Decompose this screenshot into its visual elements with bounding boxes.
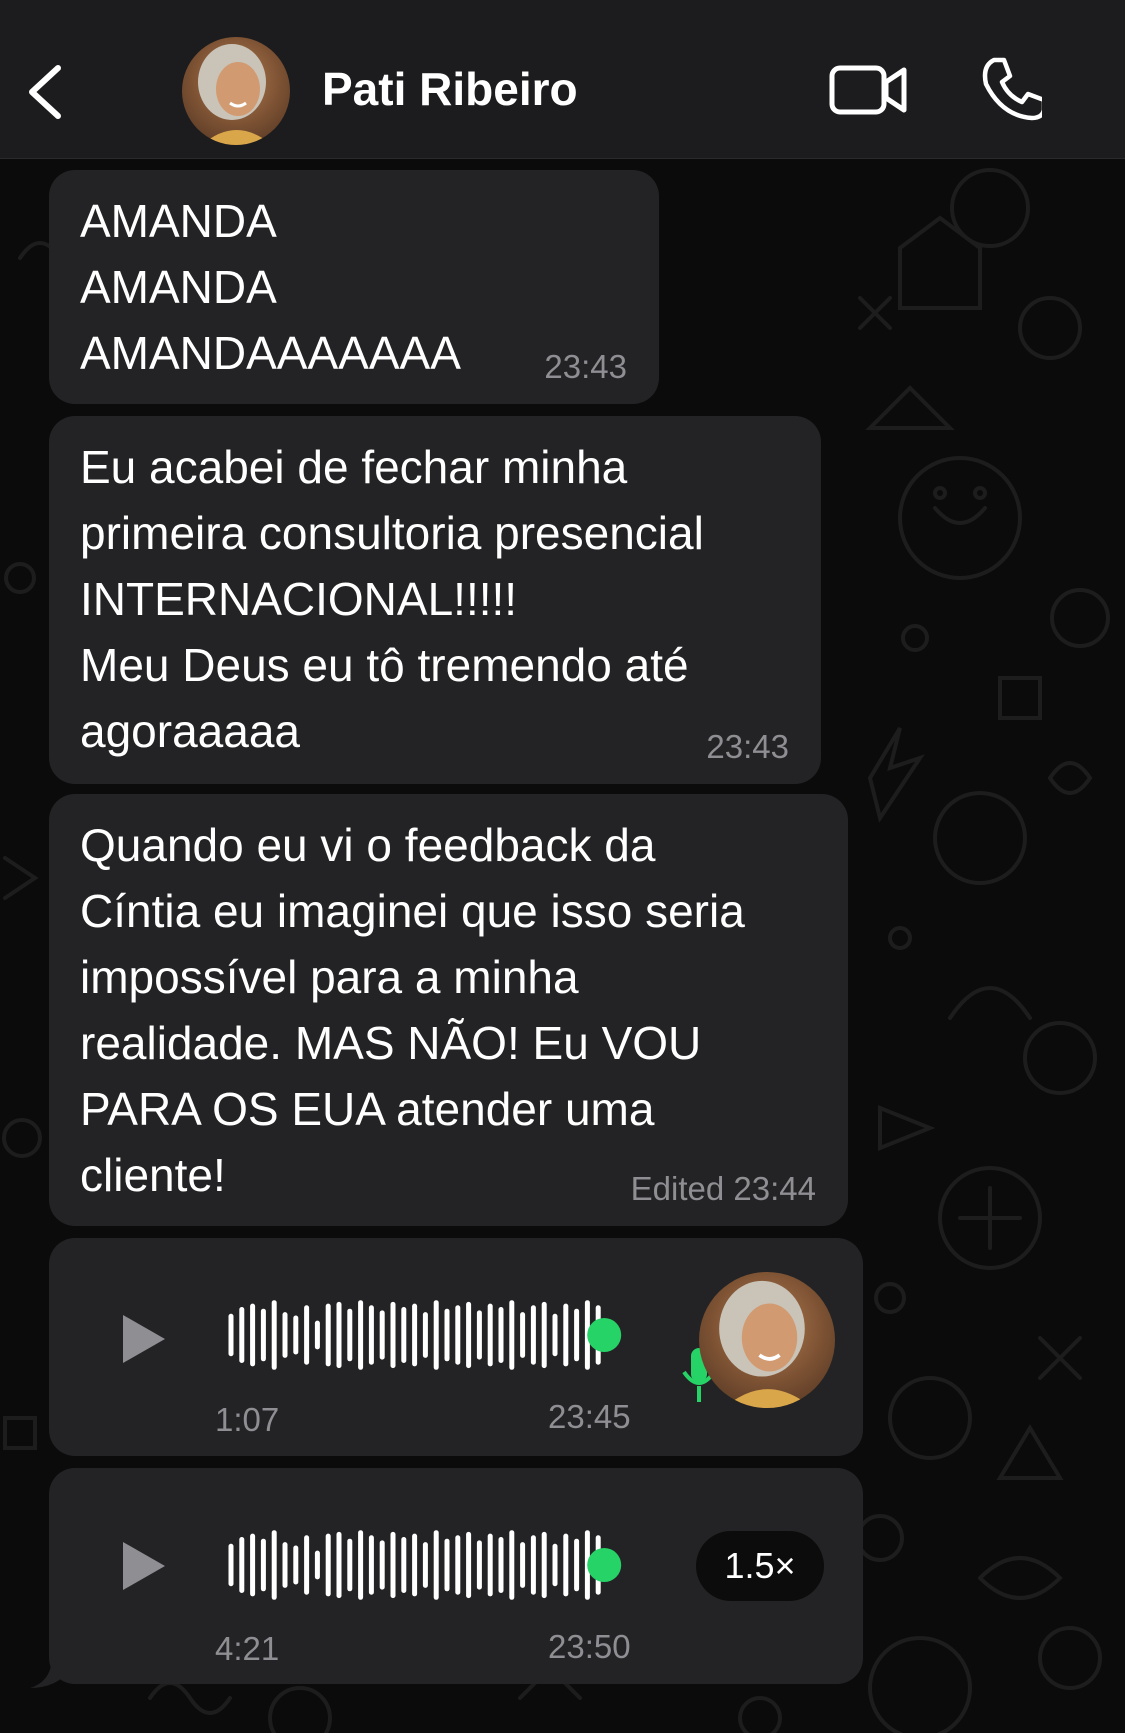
avatar-photo [719, 1280, 813, 1408]
bubble-tail [30, 1660, 70, 1688]
message-time: Edited 23:44 [630, 1170, 816, 1207]
voice-call-button[interactable] [980, 56, 1042, 122]
playback-position-dot[interactable] [587, 1318, 622, 1352]
avatar-photo [198, 44, 272, 145]
voice-duration: 1:07 [215, 1401, 280, 1438]
voice-message[interactable]: 4:21 23:50 1.5× [49, 1468, 863, 1684]
contact-avatar[interactable] [182, 37, 290, 145]
back-button[interactable] [22, 62, 66, 122]
message-time: 23:50 [548, 1628, 631, 1665]
audio-waveform[interactable] [227, 1298, 647, 1372]
message-time: 23:43 [544, 348, 627, 385]
message-time: 23:43 [706, 728, 789, 765]
playback-speed-button[interactable]: 1.5× [696, 1531, 824, 1601]
message-text: AMANDA AMANDA AMANDAAAAAAA [80, 195, 461, 379]
sender-avatar [699, 1272, 835, 1408]
message-text: Eu acabei de fechar minha primeira consu… [80, 441, 704, 757]
contact-name[interactable]: Pati Ribeiro [322, 62, 578, 116]
message-bubble[interactable]: Eu acabei de fechar minha primeira consu… [49, 416, 821, 784]
message-bubble[interactable]: Quando eu vi o feedback da Cíntia eu ima… [49, 794, 848, 1226]
playback-position-dot[interactable] [587, 1548, 622, 1582]
voice-message[interactable]: 1:07 23:45 [49, 1238, 863, 1456]
message-bubble[interactable]: AMANDA AMANDA AMANDAAAAAAA 23:43 [49, 170, 659, 404]
chat-header: Pati Ribeiro [0, 0, 1125, 159]
voice-duration: 4:21 [215, 1630, 280, 1667]
play-icon[interactable] [117, 1538, 169, 1594]
message-time: 23:45 [548, 1398, 631, 1435]
video-call-button[interactable] [828, 60, 908, 120]
play-icon[interactable] [117, 1311, 169, 1367]
message-text: Quando eu vi o feedback da Cíntia eu ima… [80, 819, 745, 1201]
audio-waveform[interactable] [227, 1528, 647, 1602]
